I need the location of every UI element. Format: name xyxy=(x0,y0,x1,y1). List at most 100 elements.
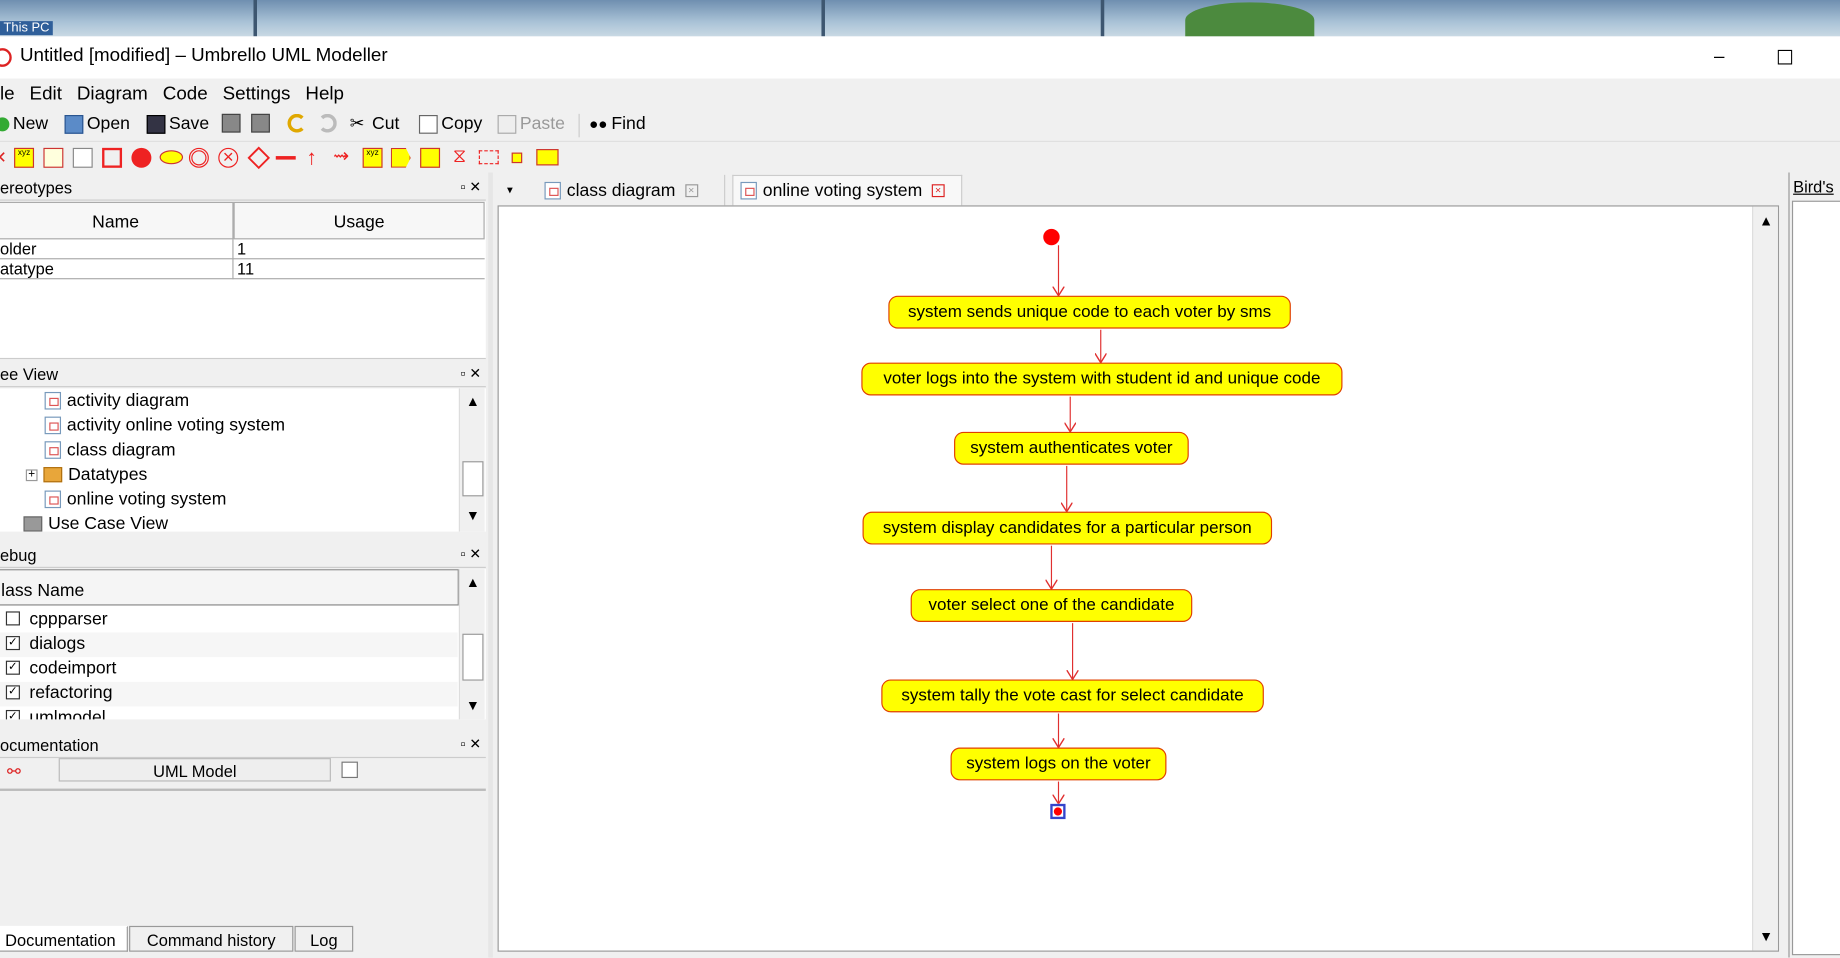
this-pc-label[interactable]: This PC xyxy=(0,21,53,36)
table-row[interactable]: atatype 11 xyxy=(0,259,485,280)
region-icon[interactable] xyxy=(478,150,499,165)
object-node-icon[interactable]: xyz xyxy=(362,147,383,168)
activity-node[interactable]: system sends unique code to each voter b… xyxy=(888,295,1291,329)
canvas-scrollbar[interactable]: ▲ ▼ xyxy=(1752,206,1778,951)
note-icon[interactable] xyxy=(72,147,93,168)
debug-scrollbar[interactable]: ▲ ▼ xyxy=(458,569,485,720)
menu-file[interactable]: le xyxy=(0,79,15,112)
new-tab-menu-button[interactable]: ▾ xyxy=(500,175,533,206)
menu-edit[interactable]: Edit xyxy=(30,79,62,112)
activity-node[interactable]: voter select one of the candidate xyxy=(910,589,1193,622)
transition-icon[interactable]: ⇝ xyxy=(333,147,353,168)
save-button[interactable]: Save xyxy=(146,114,209,134)
print-preview-button[interactable] xyxy=(251,113,273,133)
menu-help[interactable]: Help xyxy=(305,79,344,112)
tree-scrollbar[interactable]: ▲ ▼ xyxy=(458,388,485,532)
diagram-canvas[interactable]: system sends unique code to each voter b… xyxy=(497,205,1780,952)
activity-node[interactable]: system tally the vote cast for select ca… xyxy=(881,679,1264,713)
pin-icon[interactable] xyxy=(511,152,523,164)
list-item[interactable]: ✓ umlmodel xyxy=(0,706,458,720)
checkbox[interactable] xyxy=(5,611,20,626)
copy-button[interactable]: Copy xyxy=(418,114,482,134)
documentation-text-area[interactable] xyxy=(0,793,486,925)
column-header-class-name[interactable]: lass Name xyxy=(0,569,459,606)
panel-float-close-icon[interactable]: ▫ ✕ xyxy=(460,365,481,381)
initial-state-icon[interactable] xyxy=(131,147,152,168)
checkbox[interactable]: ✓ xyxy=(5,709,20,720)
tab-documentation[interactable]: Documentation xyxy=(0,925,128,952)
tree-item-datatypes[interactable]: + Datatypes xyxy=(25,465,147,485)
activity-node[interactable]: system authenticates voter xyxy=(954,431,1189,465)
scroll-down-icon[interactable]: ▼ xyxy=(1756,926,1777,947)
menu-settings[interactable]: Settings xyxy=(223,79,291,112)
tree-item-use-case-view[interactable]: Use Case View xyxy=(23,514,168,532)
print-button[interactable] xyxy=(221,113,244,133)
close-tab-icon[interactable]: × xyxy=(684,183,698,197)
list-item[interactable]: ✓ codeimport xyxy=(0,657,458,682)
tab-log[interactable]: Log xyxy=(294,925,354,952)
final-state-icon[interactable] xyxy=(188,147,209,168)
time-event-icon[interactable]: ⧖ xyxy=(449,147,469,168)
tree-item-activity-diagram[interactable]: activity diagram xyxy=(44,391,189,411)
maximize-button[interactable]: ☐ xyxy=(1770,47,1801,73)
panel-float-close-icon[interactable]: ▫ ✕ xyxy=(460,178,481,194)
scroll-up-icon[interactable]: ▲ xyxy=(462,571,483,592)
list-item[interactable]: ✓ refactoring xyxy=(0,681,458,707)
send-signal-icon[interactable] xyxy=(390,147,411,168)
new-button[interactable]: New xyxy=(0,114,48,134)
fork-icon[interactable] xyxy=(275,156,296,160)
activity-node[interactable]: system display candidates for a particul… xyxy=(862,511,1273,545)
cut-button[interactable]: ✂ Cut xyxy=(350,114,400,134)
close-tab-icon[interactable]: × xyxy=(931,184,945,198)
paste-button[interactable]: Paste xyxy=(497,114,565,134)
xyz-class-icon[interactable]: xyz xyxy=(14,147,35,168)
menu-diagram[interactable]: Diagram xyxy=(77,79,148,112)
checkbox[interactable]: ✓ xyxy=(5,660,20,675)
package-icon[interactable] xyxy=(43,147,64,168)
checkbox[interactable]: ✓ xyxy=(5,636,20,651)
scroll-track[interactable] xyxy=(1755,234,1777,925)
accept-signal-icon[interactable] xyxy=(420,147,441,168)
tab-command-history[interactable]: Command history xyxy=(129,925,294,952)
activity-icon[interactable] xyxy=(159,150,184,165)
activity-node[interactable]: voter logs into the system with student … xyxy=(861,362,1343,396)
find-button[interactable]: ●● Find xyxy=(589,114,646,134)
list-item[interactable]: cppparser xyxy=(0,608,458,633)
arrow-tool-icon[interactable]: ✕ xyxy=(0,148,13,168)
tab-class-diagram[interactable]: class diagram × xyxy=(537,174,726,206)
column-header-usage[interactable]: Usage xyxy=(233,201,485,240)
initial-node[interactable] xyxy=(1043,228,1060,246)
dependency-arrow-icon[interactable]: ↑ xyxy=(306,147,326,168)
column-header-name[interactable]: Name xyxy=(0,201,234,240)
table-row[interactable]: older 1 xyxy=(0,239,485,260)
minimize-button[interactable]: – xyxy=(1704,47,1735,73)
scroll-down-icon[interactable]: ▼ xyxy=(462,505,483,526)
panel-float-close-icon[interactable]: ▫ ✕ xyxy=(460,736,481,752)
list-item[interactable]: ✓ dialogs xyxy=(0,632,458,658)
exception-handler-icon[interactable] xyxy=(536,149,559,166)
panel-float-close-icon[interactable]: ▫ ✕ xyxy=(460,546,481,562)
scroll-thumb[interactable] xyxy=(462,461,484,497)
checkbox[interactable]: ✓ xyxy=(5,685,20,700)
scroll-up-icon[interactable]: ▲ xyxy=(1756,210,1777,231)
tree-item-class-diagram[interactable]: class diagram xyxy=(44,440,175,460)
expand-icon[interactable]: + xyxy=(25,468,38,481)
decision-icon[interactable] xyxy=(247,146,271,170)
activity-node[interactable]: system logs on the voter xyxy=(950,747,1167,781)
redo-button[interactable] xyxy=(318,113,340,133)
undo-button[interactable] xyxy=(287,113,310,133)
tree-item-activity-online-voting[interactable]: activity online voting system xyxy=(44,415,285,435)
open-button[interactable]: Open xyxy=(64,114,130,134)
scroll-down-icon[interactable]: ▼ xyxy=(462,695,483,716)
menu-code[interactable]: Code xyxy=(163,79,208,112)
tree-item-online-voting-system[interactable]: online voting system xyxy=(44,489,226,509)
scroll-up-icon[interactable]: ▲ xyxy=(462,391,483,412)
splitter[interactable] xyxy=(488,172,493,958)
documentation-checkbox[interactable] xyxy=(341,761,358,779)
birds-eye-view[interactable] xyxy=(1791,200,1840,956)
box-icon[interactable] xyxy=(102,147,123,168)
scroll-thumb[interactable] xyxy=(462,633,484,681)
flow-final-icon[interactable]: × xyxy=(218,147,239,168)
tab-online-voting-system[interactable]: online voting system × xyxy=(732,174,963,206)
uml-model-field[interactable]: UML Model xyxy=(58,758,331,782)
